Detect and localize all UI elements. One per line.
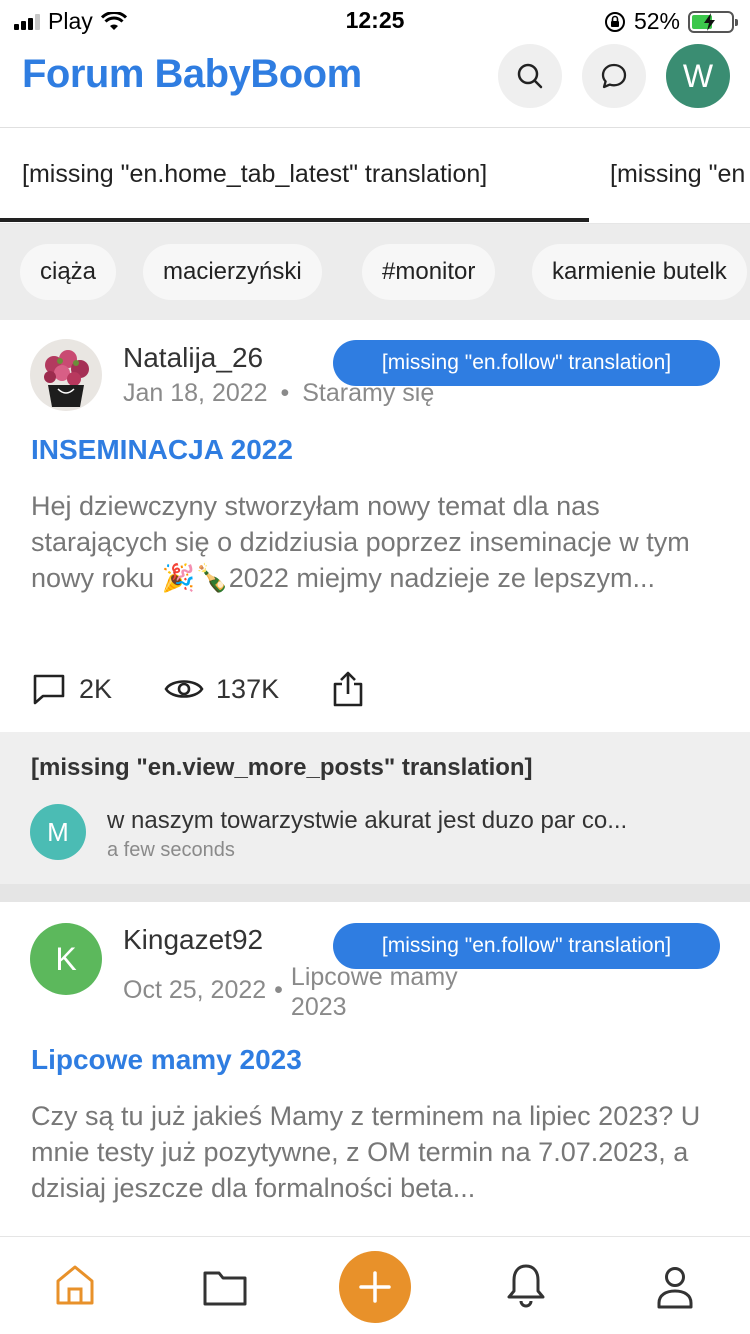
- share-button[interactable]: [331, 670, 365, 708]
- post-excerpt[interactable]: Czy są tu już jakieś Mamy z terminem na …: [31, 1098, 721, 1206]
- status-bar: Play 12:25 52%: [0, 0, 750, 44]
- tag-chip[interactable]: macierzyński: [143, 244, 322, 300]
- charging-bolt-icon: [704, 12, 715, 31]
- follow-button[interactable]: [missing "en.follow" translation]: [333, 923, 720, 969]
- eye-icon: [164, 680, 204, 698]
- post-title[interactable]: INSEMINACJA 2022: [31, 434, 293, 466]
- author-avatar[interactable]: [30, 339, 102, 411]
- reply-avatar[interactable]: M: [30, 804, 86, 860]
- latest-reply-panel[interactable]: [missing "en.view_more_posts" translatio…: [0, 732, 750, 884]
- home-icon: [56, 1265, 94, 1305]
- author-name[interactable]: Kingazet92: [123, 924, 263, 956]
- app-header: Forum BabyBoom W: [0, 44, 750, 128]
- author-avatar[interactable]: K: [30, 923, 102, 995]
- meta-dot: •: [280, 379, 290, 407]
- tab-latest[interactable]: [missing "en.home_tab_latest" translatio…: [22, 160, 487, 189]
- follow-button[interactable]: [missing "en.follow" translation]: [333, 340, 720, 386]
- bottom-navigation: [0, 1236, 750, 1334]
- active-tab-indicator: [0, 218, 589, 222]
- post-excerpt[interactable]: Hej dziewczyny stworzyłam nowy temat dla…: [31, 488, 721, 596]
- views-count: 137K: [216, 673, 280, 704]
- tag-chip[interactable]: ciąża: [20, 244, 117, 300]
- nav-profile[interactable]: [655, 1265, 695, 1314]
- post-date: Oct 25, 2022: [123, 976, 267, 1004]
- battery-percent: 52%: [633, 8, 680, 34]
- post-title[interactable]: Lipcowe mamy 2023: [31, 1044, 302, 1076]
- nav-notifications[interactable]: [505, 1261, 547, 1314]
- reply-time: a few seconds: [107, 839, 235, 861]
- folder-icon: [203, 1271, 247, 1306]
- view-more-posts-link[interactable]: [missing "en.view_more_posts" translatio…: [31, 754, 533, 782]
- search-button[interactable]: [498, 44, 562, 108]
- reply-text[interactable]: w naszym towarzystwie akurat jest duzo p…: [107, 807, 627, 835]
- card-separator: [0, 884, 750, 902]
- comments-count: 2K: [79, 673, 113, 704]
- chat-button[interactable]: [582, 44, 646, 108]
- nav-home[interactable]: [54, 1263, 96, 1312]
- flower-bouquet-image: [30, 339, 102, 411]
- plus-icon: [359, 1271, 391, 1303]
- battery-icon: [688, 10, 738, 33]
- user-avatar[interactable]: W: [666, 44, 730, 108]
- new-post-button[interactable]: [339, 1251, 411, 1323]
- comment-icon: [33, 674, 65, 705]
- tag-chips: ciąża macierzyński #monitor karmienie bu…: [0, 224, 750, 320]
- post-meta: Oct 25, 2022 • Lipcowe mamy 2023: [123, 962, 481, 1022]
- home-tabs: [missing "en.home_tab_latest" translatio…: [0, 128, 750, 224]
- tag-chip[interactable]: karmienie butelk: [532, 244, 747, 300]
- comments-stat[interactable]: 2K: [31, 672, 112, 706]
- rotation-lock-icon: [604, 11, 625, 32]
- post-group[interactable]: Lipcowe mamy 2023: [291, 962, 481, 1022]
- search-icon: [517, 63, 543, 89]
- chat-bubble-icon: [601, 63, 627, 89]
- tab-second[interactable]: [missing "en: [610, 160, 745, 189]
- views-stat: 137K: [164, 674, 279, 705]
- meta-dot: •: [274, 976, 283, 1004]
- author-name[interactable]: Natalija_26: [123, 342, 263, 374]
- tag-chip[interactable]: #monitor: [362, 244, 496, 300]
- post-card[interactable]: K Kingazet92 Oct 25, 2022 • Lipcowe mamy…: [0, 902, 750, 1236]
- user-icon: [657, 1267, 693, 1309]
- app-title[interactable]: Forum BabyBoom: [22, 52, 362, 97]
- status-right: 52%: [604, 8, 738, 35]
- post-stats: 2K 137K: [31, 670, 417, 708]
- nav-categories[interactable]: [202, 1267, 248, 1312]
- share-icon: [333, 671, 363, 707]
- post-date: Jan 18, 2022: [123, 379, 268, 407]
- bell-icon: [507, 1264, 545, 1308]
